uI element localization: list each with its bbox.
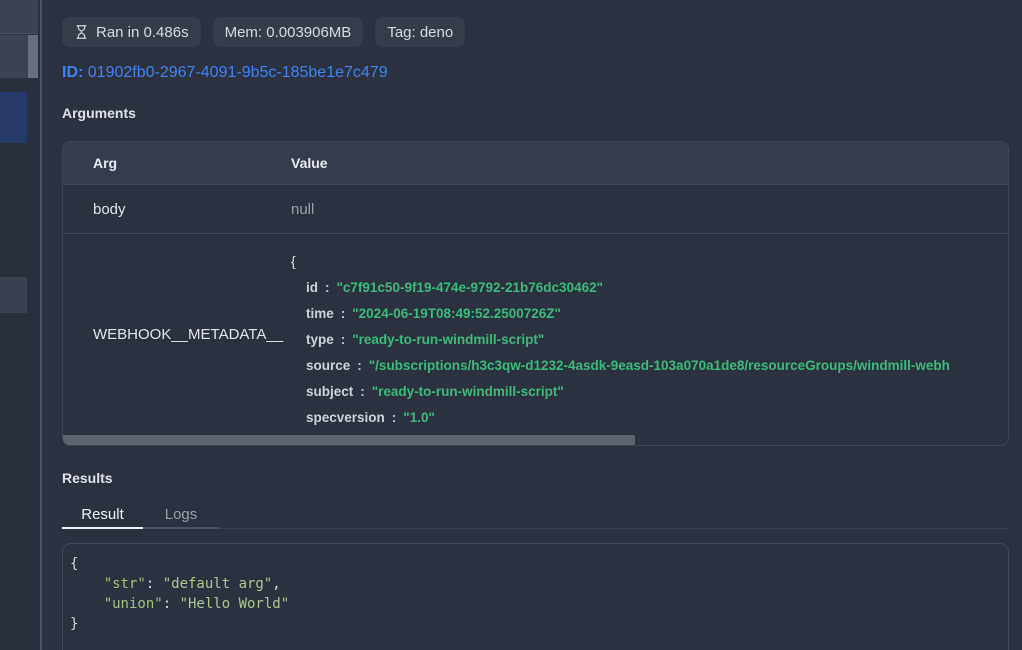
duration-label: Ran in 0.486s <box>96 24 189 41</box>
arg-value: null <box>279 201 1008 218</box>
json-entry: id:"c7f91c50-9f19-474e-9792-21b76dc30462… <box>291 275 1008 301</box>
result-close-brace: } <box>70 614 1001 634</box>
json-open-brace: { <box>291 248 1008 275</box>
result-entry: "str": "default arg", <box>70 574 1001 594</box>
tab-result[interactable]: Result <box>62 501 143 529</box>
run-id-line: ID: 01902fb0-2967-4091-9b5c-185be1e7c479 <box>62 63 1009 83</box>
arguments-heading: Arguments <box>62 105 1009 121</box>
memory-label: Mem: 0.003906MB <box>225 24 352 41</box>
arg-column-header: Arg <box>63 155 279 171</box>
sidebar <box>0 0 42 650</box>
table-horizontal-scrollbar[interactable] <box>63 435 1008 445</box>
run-id-label: ID: <box>62 64 83 81</box>
results-heading: Results <box>62 470 1009 486</box>
arguments-table-header: Arg Value <box>63 142 1008 185</box>
job-run-detail: Ran in 0.486s Mem: 0.003906MB Tag: deno … <box>44 0 1022 650</box>
duration-badge: Ran in 0.486s <box>62 17 201 47</box>
arg-name: body <box>63 201 279 218</box>
value-column-header: Value <box>279 155 1008 171</box>
results-tab-bar: Result Logs <box>62 501 1009 529</box>
hourglass-icon <box>74 24 89 40</box>
result-json-block: { "str": "default arg", "union": "Hello … <box>62 543 1009 650</box>
sidebar-list-item <box>0 277 27 313</box>
table-row-metadata: WEBHOOK__METADATA__ { id:"c7f91c50-9f19-… <box>63 234 1008 435</box>
table-row-body: body null <box>63 185 1008 234</box>
arg-name: WEBHOOK__METADATA__ <box>63 326 279 343</box>
sidebar-list-item <box>0 0 38 34</box>
arguments-table: Arg Value body null WEBHOOK__METADATA__ … <box>62 141 1009 446</box>
metadata-json-viewer: { id:"c7f91c50-9f19-474e-9792-21b76dc304… <box>279 234 1008 435</box>
sidebar-list-item <box>0 35 28 78</box>
tab-logs[interactable]: Logs <box>143 501 219 529</box>
result-entry: "union": "Hello World" <box>70 594 1001 614</box>
memory-badge: Mem: 0.003906MB <box>213 17 364 47</box>
run-stats-row: Ran in 0.486s Mem: 0.003906MB Tag: deno <box>62 17 1009 47</box>
json-entry: subject:"ready-to-run-windmill-script" <box>291 379 1008 405</box>
json-entry: type:"ready-to-run-windmill-script" <box>291 327 1008 353</box>
sidebar-selected-item[interactable] <box>0 92 27 143</box>
scrollbar-thumb[interactable] <box>63 435 635 445</box>
json-entry: time:"2024-06-19T08:49:52.2500726Z" <box>291 301 1008 327</box>
run-id-link[interactable]: 01902fb0-2967-4091-9b5c-185be1e7c479 <box>88 64 388 81</box>
tag-badge: Tag: deno <box>375 17 465 47</box>
json-entry: specversion:"1.0" <box>291 405 1008 431</box>
result-open-brace: { <box>70 554 1001 574</box>
tag-label: Tag: deno <box>387 24 453 41</box>
json-entry: source:"/subscriptions/h3c3qw-d1232-4asd… <box>291 353 1008 379</box>
sidebar-scrollbar-thumb[interactable] <box>28 35 38 78</box>
